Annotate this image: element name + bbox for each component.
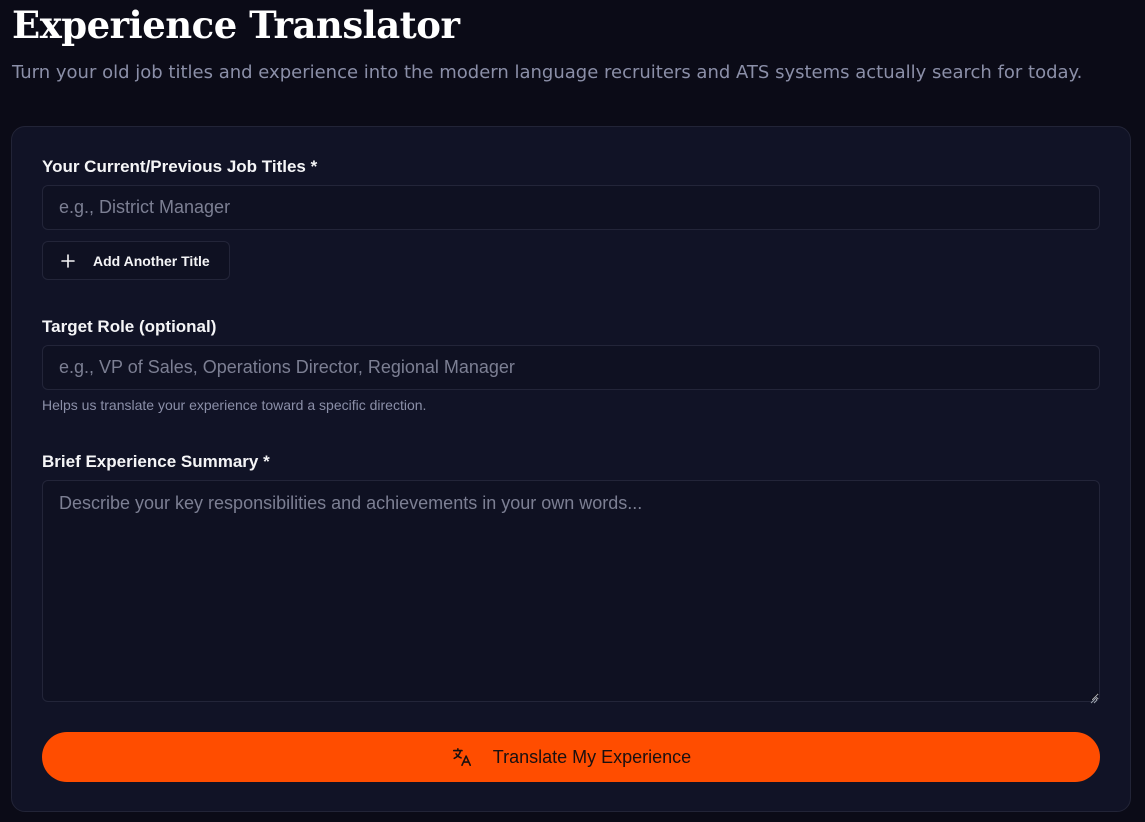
translator-form-card: Your Current/Previous Job Titles * Add A…	[11, 126, 1131, 812]
experience-summary-textarea[interactable]	[42, 480, 1100, 702]
translate-experience-button[interactable]: Translate My Experience	[42, 732, 1100, 782]
translate-experience-label: Translate My Experience	[492, 746, 692, 767]
add-another-title-button[interactable]: Add Another Title	[42, 241, 230, 280]
experience-summary-label: Brief Experience Summary *	[42, 452, 270, 471]
job-titles-label: Your Current/Previous Job Titles *	[42, 157, 318, 176]
resize-handle-icon[interactable]	[1090, 691, 1098, 704]
target-role-input[interactable]	[42, 345, 1100, 390]
plus-icon	[59, 252, 77, 270]
translate-icon	[451, 746, 473, 768]
add-another-title-label: Add Another Title	[93, 252, 210, 269]
target-role-label: Target Role (optional)	[42, 317, 217, 336]
page-title: Experience Translator	[12, 3, 460, 47]
page-subtitle: Turn your old job titles and experience …	[12, 62, 1083, 83]
target-role-helper-text: Helps us translate your experience towar…	[42, 397, 427, 413]
job-title-input[interactable]	[42, 185, 1100, 230]
